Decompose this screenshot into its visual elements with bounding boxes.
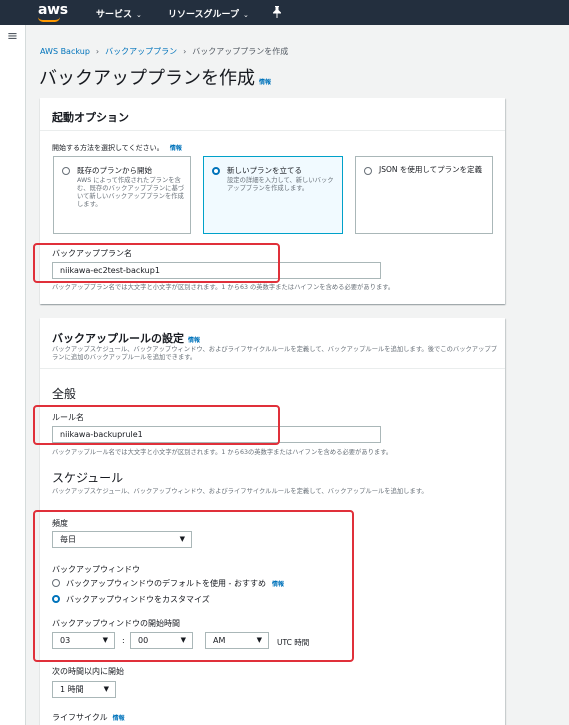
lifecycle-label: ライフサイクル 情報 — [52, 712, 125, 723]
chevron-right-icon: › — [183, 47, 187, 56]
option-new-plan[interactable]: 新しいプランを立てる 設定の詳細を入力して、新しいバックアッププランを作成します… — [203, 156, 343, 234]
aws-logo-smile — [38, 17, 60, 22]
resource-groups-menu[interactable]: リソースグループ ⌄ — [168, 7, 249, 20]
page-info-link[interactable]: 情報 — [259, 79, 271, 86]
schedule-section-title: スケジュール — [52, 471, 124, 485]
resource-groups-label: リソースグループ — [168, 10, 240, 20]
left-sidebar: ≡ — [0, 25, 26, 725]
dropdown-arrow-icon: ▼ — [103, 685, 109, 693]
services-menu[interactable]: サービス ⌄ — [96, 7, 142, 20]
general-section-title: 全般 — [52, 387, 77, 401]
option-existing-plan[interactable]: 既存のプランから開始 AWS によって作成されたプランを含む、既存のバックアップ… — [53, 156, 191, 234]
hamburger-menu-icon[interactable]: ≡ — [7, 29, 18, 44]
startup-options-title: 起動オプション — [52, 111, 129, 124]
start-within-label: 次の時間以内に開始 — [52, 667, 124, 676]
panel-divider — [40, 130, 505, 131]
breadcrumb-aws-backup[interactable]: AWS Backup — [40, 47, 90, 56]
radio-new-plan[interactable] — [212, 167, 220, 175]
backup-rule-title-text: バックアップルールの設定 — [52, 332, 184, 345]
breadcrumb-current: バックアッププランを作成 — [192, 47, 289, 56]
plan-name-hint: バックアッププラン名では大文字と小文字が区別されます。1 から63 の英数字また… — [52, 284, 395, 291]
option-title: JSON を使用してプランを定義 — [379, 165, 483, 174]
radio-existing-plan[interactable] — [62, 167, 70, 175]
lifecycle-info-link[interactable]: 情報 — [113, 715, 125, 722]
breadcrumb-backup-plans[interactable]: バックアッププラン — [105, 47, 177, 56]
start-within-value: 1 時間 — [60, 685, 84, 694]
services-label: サービス — [96, 10, 133, 20]
backup-rule-title: バックアップルールの設定 情報 — [52, 330, 200, 346]
panel-divider — [40, 368, 505, 369]
breadcrumb: AWS Backup › バックアッププラン › バックアッププランを作成 — [40, 46, 288, 57]
rule-name-hint: バックアップルール名では大文字と小文字が区別されます。1 から63の英数字または… — [52, 449, 393, 456]
annotation-box-plan-name — [33, 243, 280, 283]
annotation-box-schedule — [33, 510, 354, 662]
annotation-box-rule-name — [33, 405, 280, 445]
radio-json-plan[interactable] — [364, 167, 372, 175]
startup-info-link[interactable]: 情報 — [170, 145, 182, 152]
chevron-right-icon: › — [95, 47, 100, 56]
option-desc: 設定の詳細を入力して、新しいバックアッププランを作成します。 — [227, 177, 334, 192]
option-desc: AWS によって作成されたプランを含む、既存のバックアッププランに基づいて新しい… — [77, 177, 185, 208]
start-within-select[interactable]: 1 時間 ▼ — [52, 681, 116, 698]
pushpin-icon[interactable] — [272, 6, 282, 21]
chevron-down-icon: ⌄ — [243, 11, 249, 19]
chevron-down-icon: ⌄ — [136, 11, 142, 19]
option-title: 既存のプランから開始 — [77, 166, 152, 175]
page-title-text: バックアッププランを作成 — [39, 68, 255, 89]
top-nav-bar: aws サービス ⌄ リソースグループ ⌄ — [0, 0, 569, 25]
option-json-plan[interactable]: JSON を使用してプランを定義 — [355, 156, 493, 234]
startup-prompt: 開始する方法を選択してください。 情報 — [52, 143, 182, 153]
schedule-desc: バックアップスケジュール、バックアップウィンドウ、およびライフサイクルルールを定… — [52, 488, 428, 495]
lifecycle-label-text: ライフサイクル — [52, 713, 108, 722]
aws-logo[interactable]: aws — [38, 2, 68, 18]
page-title: バックアッププランを作成 情報 — [39, 64, 271, 90]
startup-prompt-text: 開始する方法を選択してください。 — [52, 144, 164, 152]
backup-rule-info-link[interactable]: 情報 — [188, 337, 200, 344]
backup-rule-desc: バックアップスケジュール、バックアップウィンドウ、およびライフサイクルルールを定… — [52, 346, 497, 361]
option-title: 新しいプランを立てる — [227, 166, 302, 175]
